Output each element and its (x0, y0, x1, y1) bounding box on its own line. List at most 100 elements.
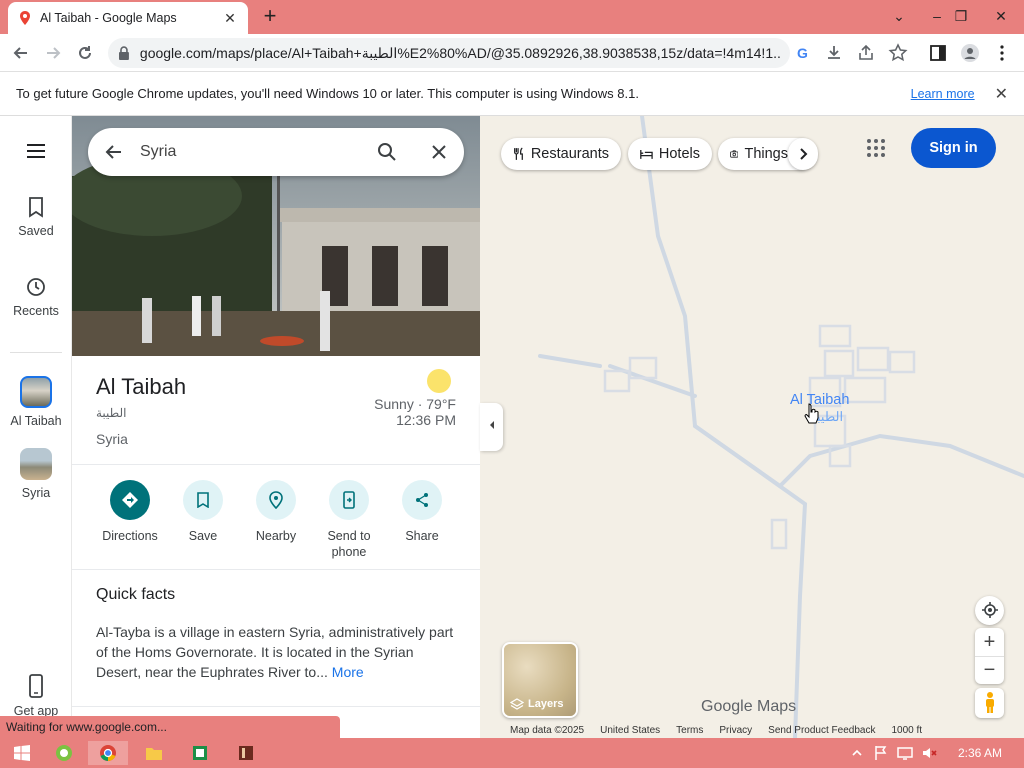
taskbar-app-4[interactable] (180, 741, 220, 765)
layers-button[interactable]: Layers (502, 642, 578, 718)
bookmark-icon (29, 197, 43, 218)
google-apps-icon[interactable] (866, 138, 886, 158)
clear-search-icon[interactable] (430, 143, 448, 161)
save-label: Save (188, 529, 218, 543)
divider (72, 706, 480, 707)
more-link[interactable]: More (332, 664, 364, 680)
send-to-phone-button[interactable]: Send to phone (314, 480, 384, 560)
weather-condition: Sunny · 79°F (374, 396, 456, 412)
hand-cursor-icon (804, 403, 819, 424)
browser-tab[interactable]: Al Taibah - Google Maps ✕ (8, 2, 248, 34)
quick-facts-text: Al-Tayba is a village in eastern Syria, … (96, 622, 456, 682)
tab-search-icon[interactable]: ⌄ (884, 4, 914, 28)
start-button[interactable] (2, 741, 42, 765)
profile-avatar-icon[interactable] (960, 43, 980, 63)
update-infobar: To get future Google Chrome updates, you… (0, 72, 1024, 116)
sign-in-button[interactable]: Sign in (911, 128, 996, 168)
map-canvas[interactable]: Restaurants Hotels Things Sign in Al Tai… (480, 116, 1024, 738)
side-panel-icon[interactable] (928, 43, 948, 63)
my-location-icon (981, 602, 998, 618)
bookmark-star-icon[interactable] (888, 43, 908, 63)
learn-more-link[interactable]: Learn more (911, 87, 975, 101)
new-tab-button[interactable]: + (258, 5, 282, 29)
taskbar-app-1[interactable] (44, 741, 84, 765)
terms-link[interactable]: Terms (676, 725, 703, 736)
directions-label: Directions (102, 529, 158, 543)
directions-button[interactable]: Directions (95, 480, 165, 544)
google-lens-icon[interactable]: G (794, 43, 814, 63)
chrome-icon (100, 745, 116, 762)
my-location-button[interactable] (975, 596, 1004, 625)
restaurants-chip[interactable]: Restaurants (501, 138, 621, 170)
search-input[interactable]: Syria (140, 143, 376, 161)
tab-close-icon[interactable]: ✕ (222, 10, 238, 27)
zoom-in-button[interactable]: + (975, 628, 1004, 656)
search-box[interactable]: Syria (88, 128, 464, 176)
place-panel: Syria Al Taibah الطيبة Syria Sunny · 79°… (72, 116, 480, 738)
browser-menu-icon[interactable] (992, 43, 1012, 63)
hotels-label: Hotels (658, 146, 700, 162)
al-taibah-label: Al Taibah (10, 414, 62, 428)
chips-scroll-right-button[interactable] (788, 138, 818, 170)
zoom-controls: + − (975, 628, 1004, 684)
back-arrow-icon[interactable] (8, 40, 34, 66)
network-icon[interactable] (897, 745, 913, 761)
forward-arrow-icon[interactable] (40, 40, 66, 66)
weather-time: 12:36 PM (396, 412, 456, 428)
install-icon[interactable] (824, 43, 844, 63)
recent-place-al-taibah[interactable]: Al Taibah (0, 376, 72, 428)
nearby-label: Nearby (255, 529, 297, 543)
media-app-icon (239, 746, 253, 760)
scale-bar[interactable]: 1000 ft (891, 725, 922, 736)
window-close-button[interactable]: ✕ (986, 4, 1016, 28)
share-icon (416, 493, 428, 507)
map-data-credit: Map data ©2025 (510, 724, 585, 736)
place-country: Syria (96, 431, 128, 447)
taskbar-chrome[interactable] (88, 741, 128, 765)
menu-button[interactable] (0, 140, 72, 168)
place-title: Al Taibah (96, 374, 187, 399)
browser-titlebar: Al Taibah - Google Maps ✕ + ⌄ – ❐ ✕ (0, 0, 1024, 34)
street-view-pegman[interactable] (975, 688, 1004, 718)
window-maximize-button[interactable]: ❐ (946, 4, 976, 28)
share-button[interactable]: Share (387, 480, 457, 544)
phone-icon (29, 674, 43, 698)
feedback-link[interactable]: Send Product Feedback (768, 725, 875, 736)
app-circle-icon (56, 745, 72, 761)
folder-icon (146, 748, 162, 760)
recents-label: Recents (13, 304, 59, 318)
pegman-icon (985, 692, 994, 713)
taskbar-app-5[interactable] (226, 741, 266, 765)
nearby-pin-icon (269, 491, 283, 509)
volume-muted-icon[interactable] (921, 745, 937, 761)
share-page-icon[interactable] (856, 43, 876, 63)
recent-place-syria[interactable]: Syria (0, 448, 72, 500)
region-link[interactable]: United States (600, 725, 660, 736)
saved-button[interactable]: Saved (0, 196, 72, 238)
collapse-panel-button[interactable] (480, 403, 503, 451)
google-maps-favicon-icon (20, 11, 30, 25)
action-center-flag-icon[interactable] (874, 745, 888, 761)
taskbar-clock[interactable]: 2:36 AM (958, 738, 1002, 768)
get-app-button[interactable]: Get app (0, 674, 72, 718)
nearby-button[interactable]: Nearby (241, 480, 311, 544)
place-photo[interactable]: Syria (72, 116, 480, 356)
search-icon[interactable] (376, 141, 398, 163)
weather-info: Sunny · 79°F 12:36 PM (374, 396, 456, 428)
spreadsheet-icon (193, 746, 207, 760)
recents-button[interactable]: Recents (0, 276, 72, 318)
privacy-link[interactable]: Privacy (719, 725, 752, 736)
taskbar-file-explorer[interactable] (134, 741, 174, 765)
share-label: Share (405, 529, 439, 543)
layers-icon (510, 698, 524, 710)
saved-label: Saved (18, 224, 54, 238)
back-arrow-icon[interactable] (104, 142, 124, 162)
infobar-close-icon[interactable]: ✕ (995, 84, 1008, 104)
hotels-chip[interactable]: Hotels (628, 138, 712, 170)
tray-overflow-icon[interactable] (852, 748, 862, 758)
address-bar[interactable]: google.com/maps/place/Al+Taibah+الطيبة%E… (108, 38, 790, 68)
camera-icon (730, 150, 739, 158)
zoom-out-button[interactable]: − (975, 656, 1004, 684)
reload-icon[interactable] (72, 40, 98, 66)
save-button[interactable]: Save (168, 480, 238, 544)
